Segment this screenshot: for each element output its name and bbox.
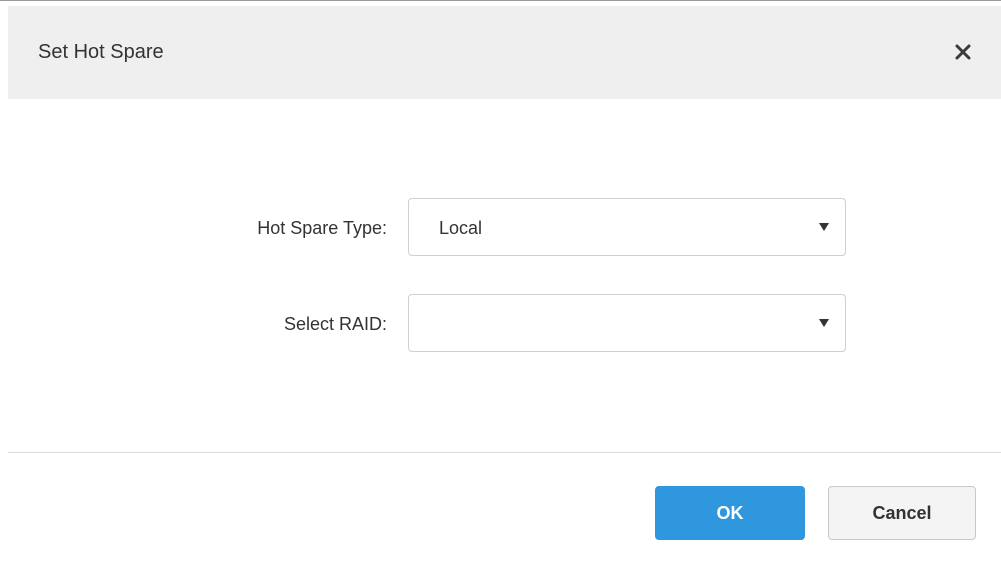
- select-raid-label: Select RAID:: [283, 314, 387, 334]
- select-raid-row: Select RAID:: [8, 294, 1001, 354]
- hot-spare-type-label: Hot Spare Type:: [257, 218, 387, 238]
- ok-button[interactable]: OK: [655, 486, 805, 540]
- hot-spare-type-row: Hot Spare Type: Local: [8, 198, 1001, 258]
- hot-spare-type-value: Local: [439, 218, 483, 238]
- close-icon: [955, 44, 971, 60]
- select-raid-select[interactable]: [408, 294, 846, 352]
- triangle-down-icon: [819, 223, 829, 231]
- footer-divider: [8, 452, 1001, 453]
- triangle-down-icon: [819, 319, 829, 327]
- set-hot-spare-dialog: Set Hot Spare Hot Spare Type: Local Sele…: [8, 6, 1001, 570]
- cancel-button[interactable]: Cancel: [828, 486, 976, 540]
- hot-spare-type-select[interactable]: Local: [408, 198, 846, 256]
- close-button[interactable]: [949, 38, 977, 66]
- dialog-title: Set Hot Spare: [38, 41, 164, 63]
- dialog-header: Set Hot Spare: [8, 6, 1001, 99]
